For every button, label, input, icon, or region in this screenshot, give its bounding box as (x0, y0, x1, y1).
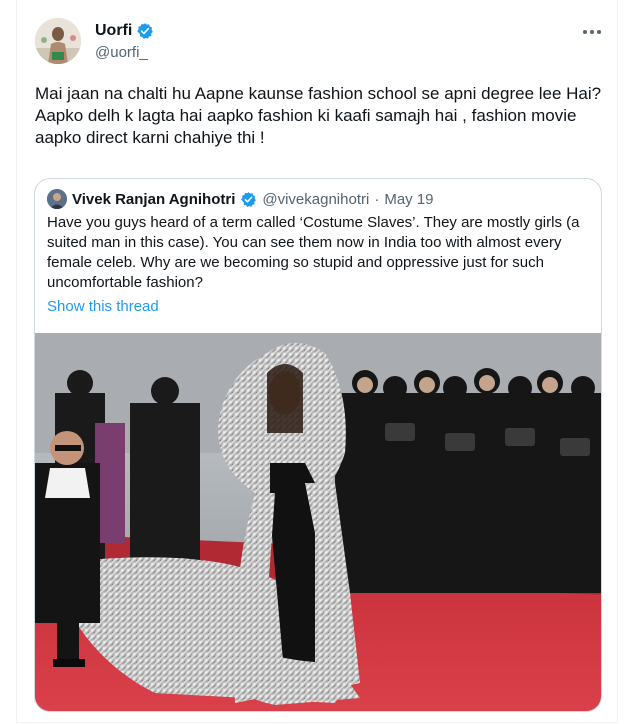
meta-separator: · (374, 190, 380, 208)
verified-badge-icon (136, 22, 154, 40)
quoted-text: Have you guys heard of a term called ‘Co… (47, 214, 580, 291)
quoted-date[interactable]: May 19 (384, 191, 433, 208)
quoted-author-avatar[interactable] (47, 189, 67, 209)
author-handle[interactable]: @uorfi_ (95, 44, 148, 61)
verified-badge-icon (240, 191, 257, 208)
quoted-author-name[interactable]: Vivek Ranjan Agnihotri (72, 191, 235, 208)
tweet-text: Mai jaan na chalti hu Aapne kaunse fashi… (35, 84, 602, 147)
quoted-author-handle[interactable]: @vivekagnihotri (262, 191, 369, 208)
quoted-tweet[interactable]: Vivek Ranjan Agnihotri @vivekagnihotri ·… (34, 178, 602, 712)
tweet-card[interactable]: Uorfi @uorfi_ Mai jaan na chalti hu Aapn… (16, 0, 618, 723)
quoted-photo[interactable] (35, 333, 601, 711)
author-name[interactable]: Uorfi (95, 22, 132, 40)
more-options-icon[interactable] (581, 22, 603, 42)
author-avatar[interactable] (35, 18, 81, 64)
show-thread-link[interactable]: Show this thread (47, 298, 159, 315)
